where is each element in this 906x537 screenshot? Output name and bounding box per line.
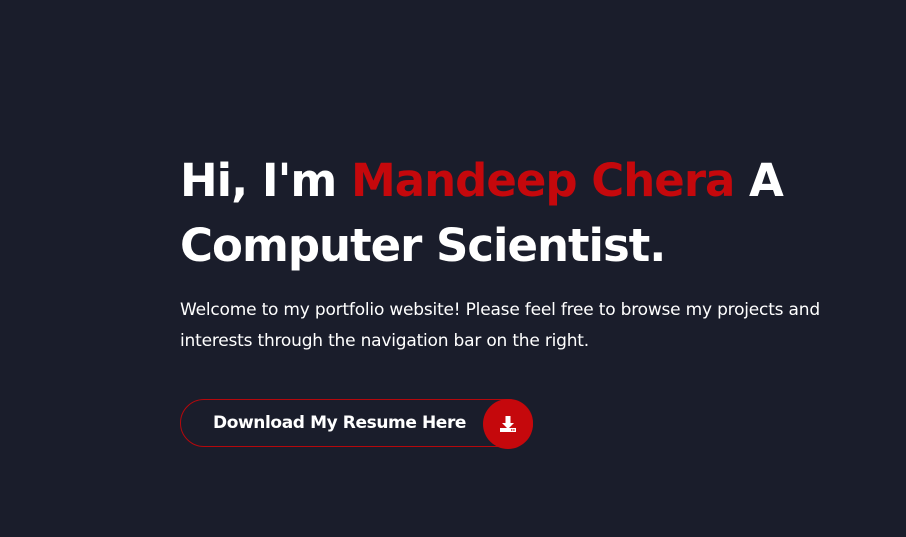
hero-name: Mandeep Chera bbox=[350, 154, 735, 207]
download-icon-glyph bbox=[500, 416, 516, 432]
download-icon[interactable] bbox=[483, 399, 533, 449]
role-title: Computer Scientist. bbox=[180, 219, 666, 272]
greeting-text: Hi, I'm bbox=[180, 154, 351, 207]
role-prefix: A bbox=[734, 154, 784, 207]
download-resume-label: Download My Resume Here bbox=[213, 413, 467, 433]
hero-section: Hi, I'm Mandeep Chera A Computer Scientis… bbox=[180, 148, 880, 449]
hero-headline: Hi, I'm Mandeep Chera A Computer Scientis… bbox=[180, 148, 880, 278]
download-resume-button[interactable]: Download My Resume Here bbox=[180, 399, 533, 449]
intro-paragraph: Welcome to my portfolio website! Please … bbox=[180, 300, 820, 351]
